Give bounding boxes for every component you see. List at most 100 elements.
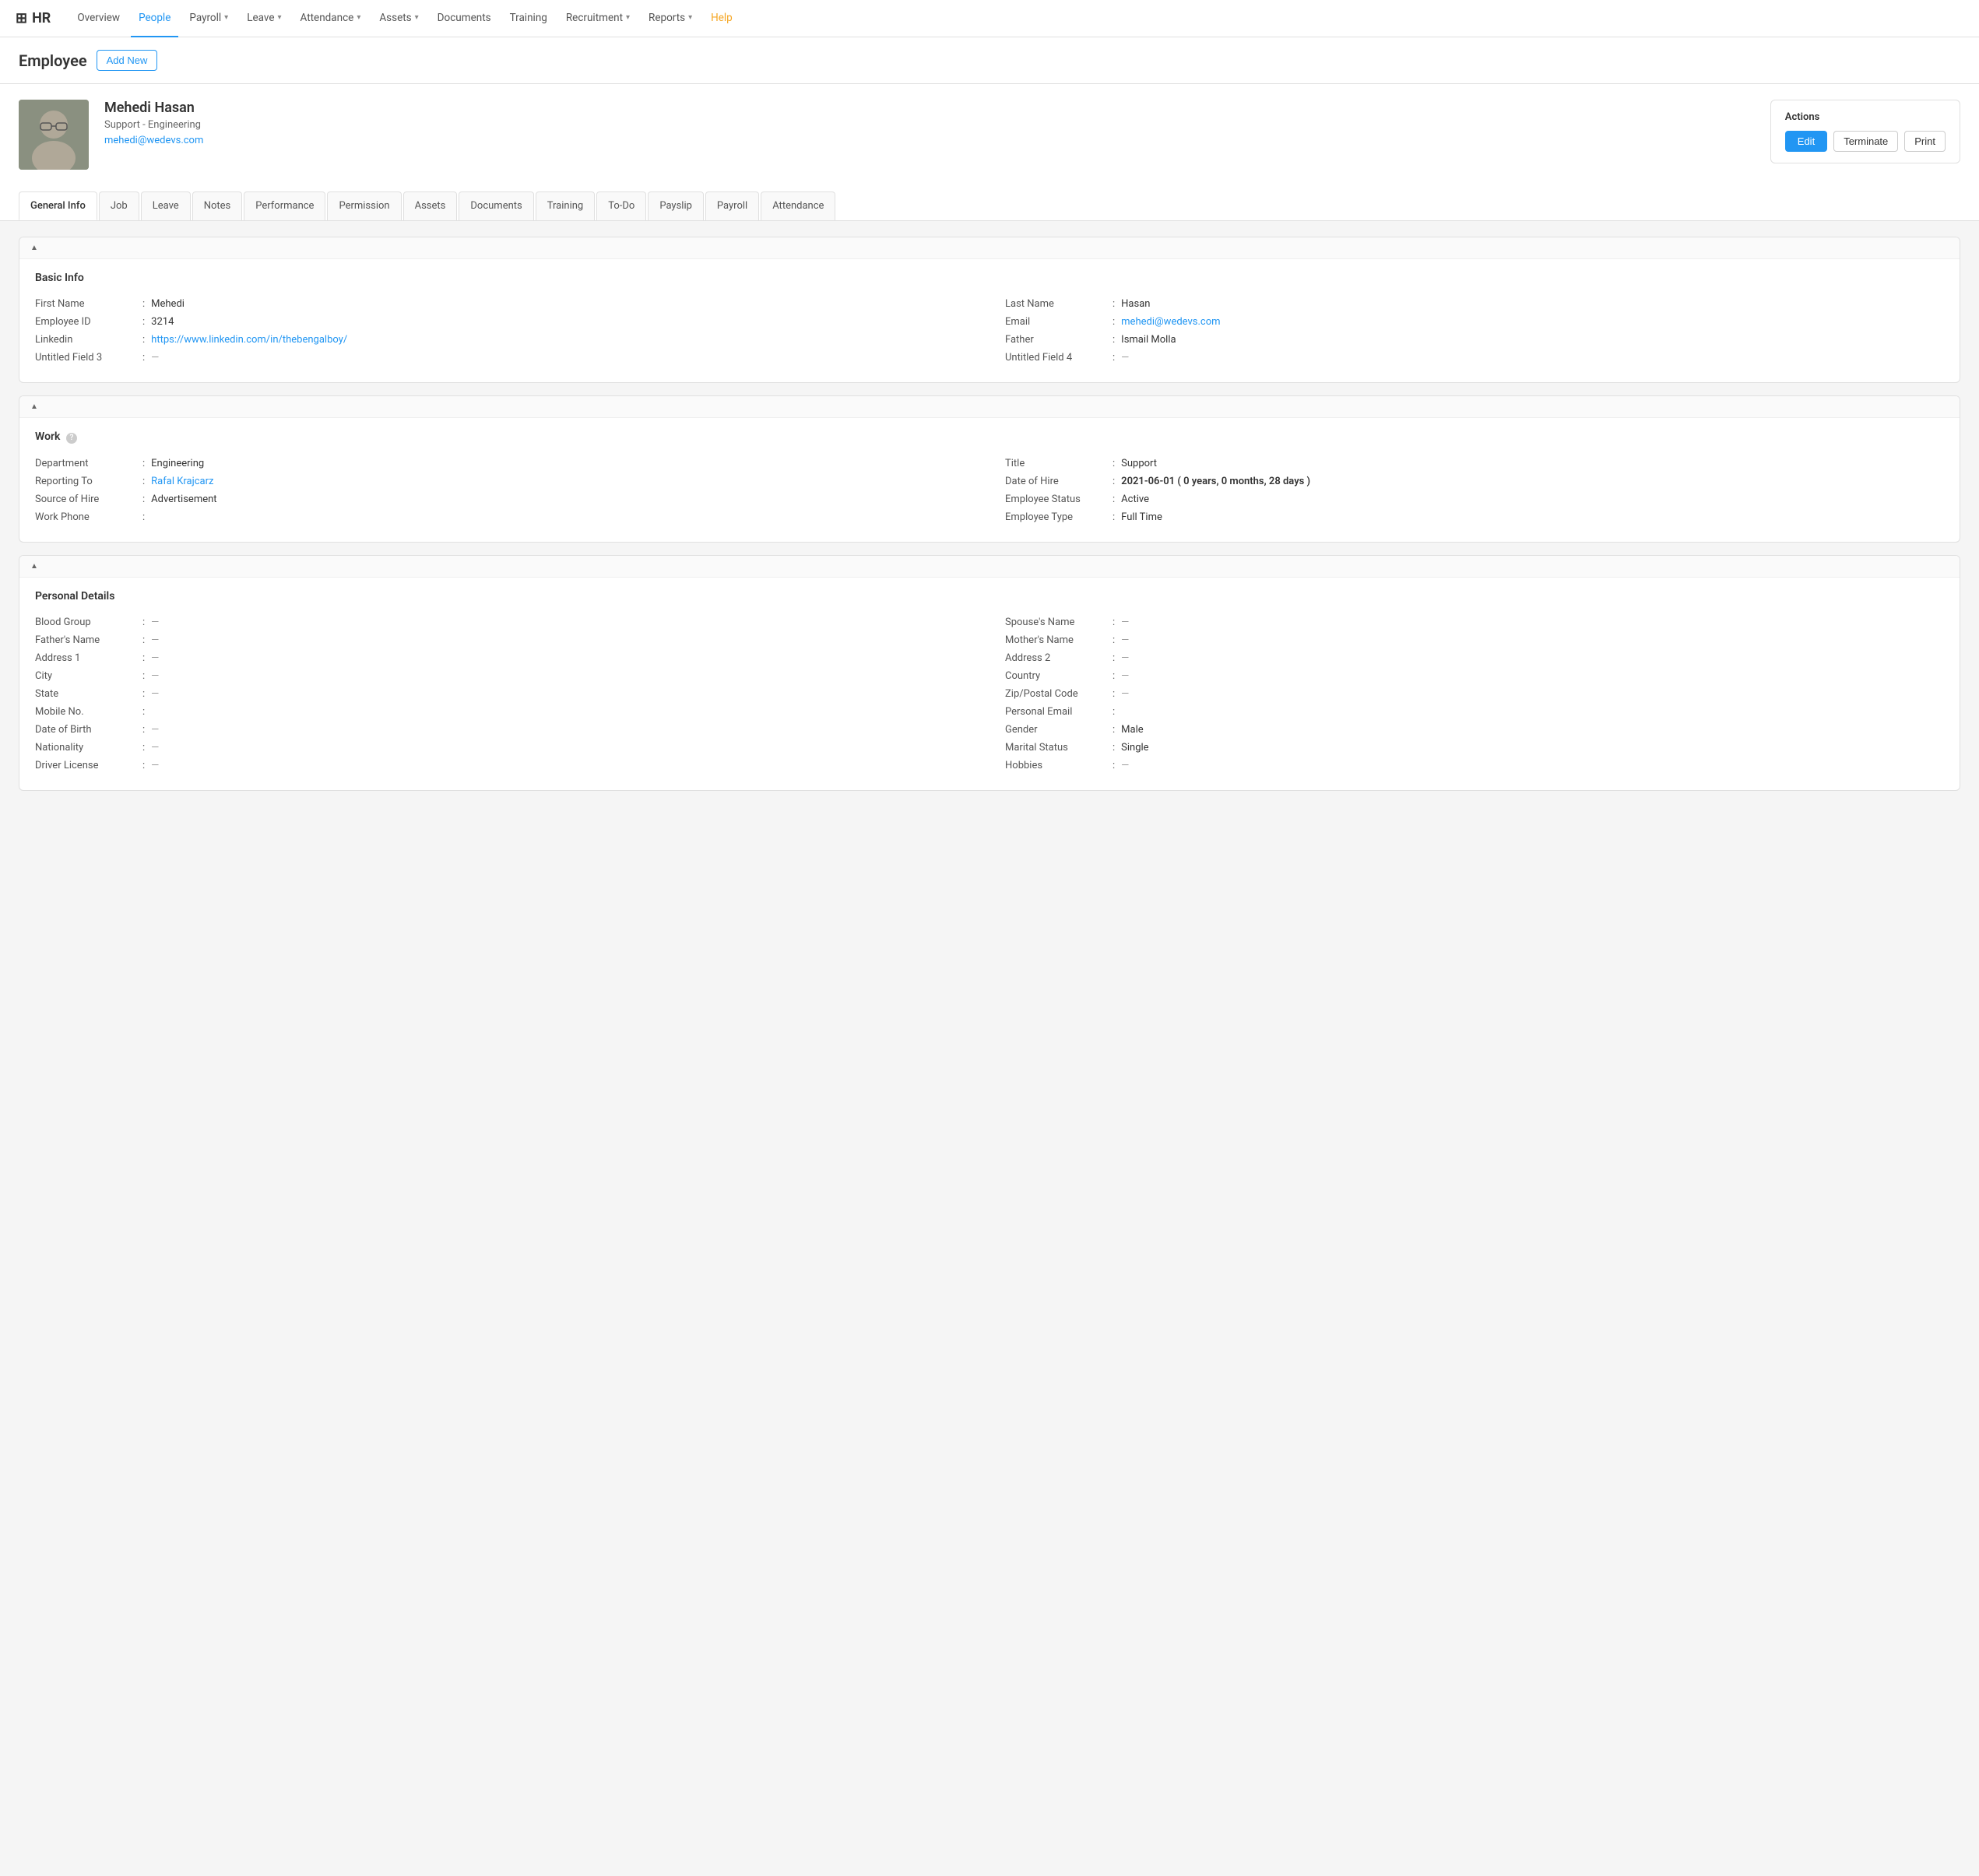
employee-avatar — [19, 100, 89, 170]
nav-attendance[interactable]: Attendance▾ — [293, 0, 369, 37]
tab-job[interactable]: Job — [99, 191, 139, 220]
print-button[interactable]: Print — [1904, 131, 1946, 152]
collapse-icon: ▲ — [30, 244, 38, 252]
chevron-down-icon: ▾ — [626, 13, 630, 22]
terminate-button[interactable]: Terminate — [1833, 131, 1898, 152]
field-label: First Name — [35, 298, 136, 310]
chevron-down-icon: ▾ — [357, 13, 360, 22]
field-label: Mobile No. — [35, 706, 136, 718]
nav-training[interactable]: Training — [502, 0, 555, 37]
field-value: — — [151, 634, 159, 646]
info-row: Untitled Field 4 : — — [1005, 349, 1944, 367]
tab-permission[interactable]: Permission — [327, 191, 401, 220]
field-label: Email — [1005, 316, 1106, 328]
info-row: Zip/Postal Code : — — [1005, 685, 1944, 703]
work-heading: Work ? — [35, 430, 1944, 444]
info-row: Driver License : — — [35, 757, 974, 775]
nav-assets[interactable]: Assets▾ — [371, 0, 426, 37]
field-value: — — [1121, 352, 1129, 364]
nav-reports[interactable]: Reports▾ — [641, 0, 700, 37]
tab-performance[interactable]: Performance — [244, 191, 325, 220]
info-row: Father : Ismail Molla — [1005, 331, 1944, 349]
work-toggle[interactable]: ▲ — [19, 396, 1960, 418]
tab-payslip[interactable]: Payslip — [648, 191, 704, 220]
field-label: Gender — [1005, 724, 1106, 736]
nav-documents[interactable]: Documents — [430, 0, 499, 37]
linkedin-link[interactable]: https://www.linkedin.com/in/thebengalboy… — [151, 334, 347, 346]
edit-button[interactable]: Edit — [1785, 131, 1827, 152]
info-row: First Name : Mehedi — [35, 295, 974, 313]
info-row: Department : Engineering — [35, 455, 974, 473]
tab-todo[interactable]: To-Do — [596, 191, 646, 220]
tabs-bar: General Info Job Leave Notes Performance… — [0, 185, 1979, 221]
field-value: — — [1121, 617, 1129, 628]
field-value: Full Time — [1121, 511, 1162, 523]
brand-logo[interactable]: ⊞ HR — [16, 10, 51, 26]
employee-email-link[interactable]: mehedi@wedevs.com — [104, 135, 203, 146]
info-row: Nationality : — — [35, 739, 974, 757]
info-row: Hobbies : — — [1005, 757, 1944, 775]
field-label: Date of Hire — [1005, 476, 1106, 487]
nav-payroll[interactable]: Payroll▾ — [181, 0, 236, 37]
nav-help[interactable]: Help — [703, 0, 740, 37]
personal-details-section: ▲ Personal Details Blood Group : — Fathe… — [19, 555, 1960, 791]
nav-recruitment[interactable]: Recruitment▾ — [558, 0, 638, 37]
brand-name: HR — [32, 10, 51, 26]
personal-details-toggle[interactable]: ▲ — [19, 556, 1960, 578]
field-value: Active — [1121, 494, 1149, 505]
field-label: City — [35, 670, 136, 682]
field-label: Address 1 — [35, 652, 136, 664]
tab-general-info[interactable]: General Info — [19, 191, 97, 220]
field-value: Hasan — [1121, 298, 1150, 310]
page-title: Employee — [19, 51, 87, 70]
field-label: Employee ID — [35, 316, 136, 328]
info-row: Father's Name : — — [35, 631, 974, 649]
nav-people[interactable]: People — [131, 0, 178, 37]
basic-info-toggle[interactable]: ▲ — [19, 237, 1960, 259]
email-link[interactable]: mehedi@wedevs.com — [1121, 316, 1220, 328]
work-info-grid: Department : Engineering Reporting To : … — [35, 455, 1944, 526]
field-label: Untitled Field 4 — [1005, 352, 1106, 364]
info-row: Address 1 : — — [35, 649, 974, 667]
field-value: — — [151, 688, 159, 700]
tab-attendance[interactable]: Attendance — [761, 191, 835, 220]
reporting-to-link[interactable]: Rafal Krajcarz — [151, 476, 213, 487]
field-label: Father — [1005, 334, 1106, 346]
collapse-icon: ▲ — [30, 402, 38, 411]
field-value: — — [151, 724, 159, 736]
info-row: Employee Status : Active — [1005, 490, 1944, 508]
employee-department: Support - Engineering — [104, 119, 1755, 131]
add-new-button[interactable]: Add New — [97, 50, 158, 71]
field-value: — — [151, 670, 159, 682]
nav-leave[interactable]: Leave▾ — [239, 0, 289, 37]
info-row: Country : — — [1005, 667, 1944, 685]
field-value: Engineering — [151, 458, 204, 469]
field-label: Blood Group — [35, 617, 136, 628]
nav-overview[interactable]: Overview — [69, 0, 128, 37]
tab-documents[interactable]: Documents — [459, 191, 533, 220]
nav-links: Overview People Payroll▾ Leave▾ Attendan… — [69, 0, 1963, 37]
help-circle-icon[interactable]: ? — [66, 433, 77, 444]
tab-notes[interactable]: Notes — [192, 191, 243, 220]
field-value: — — [1121, 760, 1129, 771]
field-value: Support — [1121, 458, 1157, 469]
work-body: Work ? Department : Engineering Reportin… — [19, 418, 1960, 542]
tab-assets[interactable]: Assets — [403, 191, 458, 220]
personal-col-left: Blood Group : — Father's Name : — Addres… — [35, 613, 974, 775]
info-row: Gender : Male — [1005, 721, 1944, 739]
tab-payroll[interactable]: Payroll — [705, 191, 759, 220]
field-value: Ismail Molla — [1121, 334, 1176, 346]
personal-col-right: Spouse's Name : — Mother's Name : — Addr… — [1005, 613, 1944, 775]
employee-info: Mehedi Hasan Support - Engineering mehed… — [104, 100, 1755, 146]
field-label: Spouse's Name — [1005, 617, 1106, 628]
info-row: State : — — [35, 685, 974, 703]
tab-leave[interactable]: Leave — [141, 191, 191, 220]
info-row: Mobile No. : — [35, 703, 974, 721]
collapse-icon: ▲ — [30, 562, 38, 571]
field-value: — — [151, 742, 159, 754]
field-label: Country — [1005, 670, 1106, 682]
info-col-left: First Name : Mehedi Employee ID : 3214 L… — [35, 295, 974, 367]
chevron-down-icon: ▾ — [688, 13, 692, 22]
tab-training[interactable]: Training — [536, 191, 595, 220]
info-row: City : — — [35, 667, 974, 685]
